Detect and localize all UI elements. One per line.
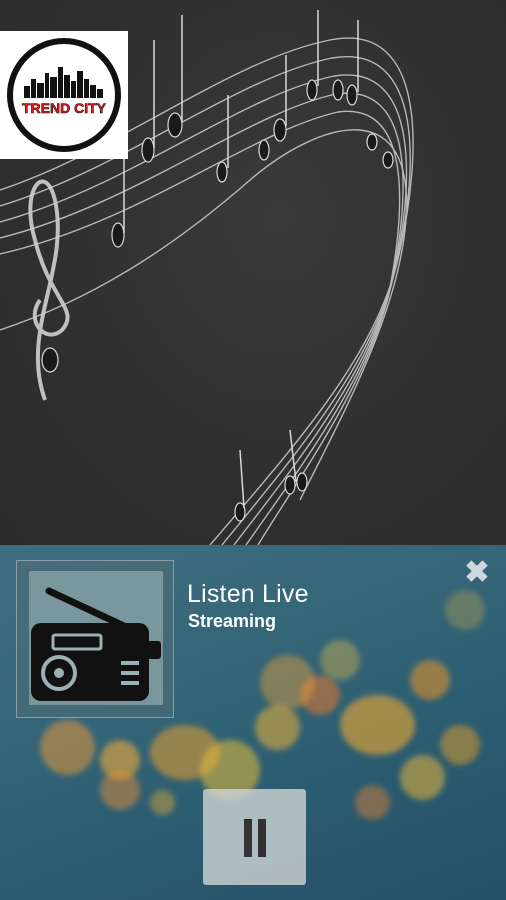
- background-artwork: TREND CITY: [0, 0, 506, 545]
- pause-icon: [244, 819, 252, 857]
- radio-icon: [31, 587, 161, 701]
- station-artwork: [16, 560, 174, 718]
- logo-wordmark: TREND CITY: [22, 100, 107, 116]
- stream-status: Streaming: [188, 611, 277, 631]
- now-playing-panel: ✖ Listen Live Streaming: [0, 545, 506, 900]
- close-icon[interactable]: ✖: [462, 558, 492, 588]
- trend-city-logo-icon: TREND CITY: [7, 38, 121, 152]
- app-logo: TREND CITY: [0, 31, 128, 159]
- stream-title: Listen Live: [187, 580, 309, 608]
- pause-icon: [258, 819, 266, 857]
- pause-button[interactable]: [203, 789, 306, 885]
